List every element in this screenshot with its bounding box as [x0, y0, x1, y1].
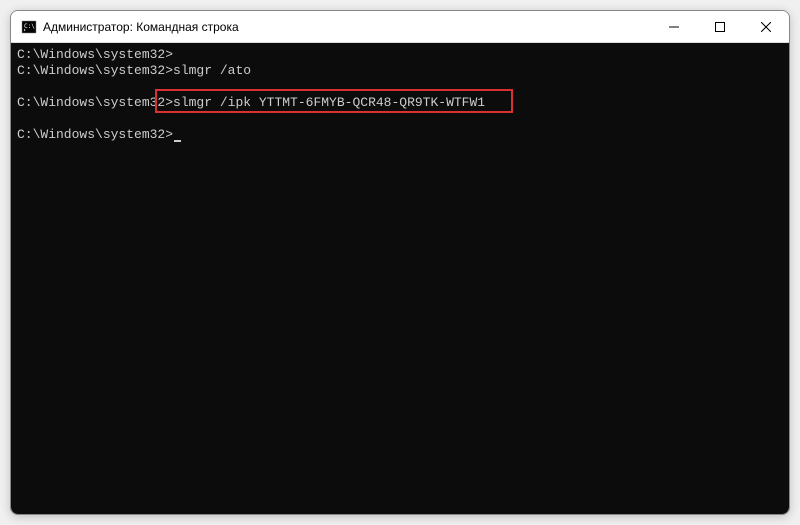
- terminal-line: C:\Windows\system32>: [17, 47, 783, 63]
- prompt-text: C:\Windows\system32>: [17, 63, 173, 78]
- window-title: Администратор: Командная строка: [43, 20, 651, 34]
- prompt-text: C:\Windows\system32>: [17, 95, 173, 110]
- maximize-button[interactable]: [697, 11, 743, 42]
- command-prompt-window: C:\ Администратор: Командная строка C:\W…: [10, 10, 790, 515]
- close-button[interactable]: [743, 11, 789, 42]
- terminal-area[interactable]: C:\Windows\system32>C:\Windows\system32>…: [11, 43, 789, 514]
- terminal-line: C:\Windows\system32>slmgr /ipk YTTMT-6FM…: [17, 95, 783, 111]
- prompt-text: C:\Windows\system32>: [17, 127, 173, 142]
- terminal-line: [17, 111, 783, 127]
- terminal-line: [17, 79, 783, 95]
- terminal-line: C:\Windows\system32>: [17, 127, 783, 143]
- window-controls: [651, 11, 789, 42]
- minimize-button[interactable]: [651, 11, 697, 42]
- titlebar[interactable]: C:\ Администратор: Командная строка: [11, 11, 789, 43]
- app-icon: C:\: [21, 19, 37, 35]
- command-text: slmgr /ato: [173, 63, 251, 78]
- command-text: slmgr /ipk YTTMT-6FMYB-QCR48-QR9TK-WTFW1: [173, 95, 485, 110]
- svg-text:C:\: C:\: [24, 23, 35, 30]
- cursor-icon: [174, 140, 181, 142]
- terminal-line: C:\Windows\system32>slmgr /ato: [17, 63, 783, 79]
- prompt-text: C:\Windows\system32>: [17, 47, 173, 62]
